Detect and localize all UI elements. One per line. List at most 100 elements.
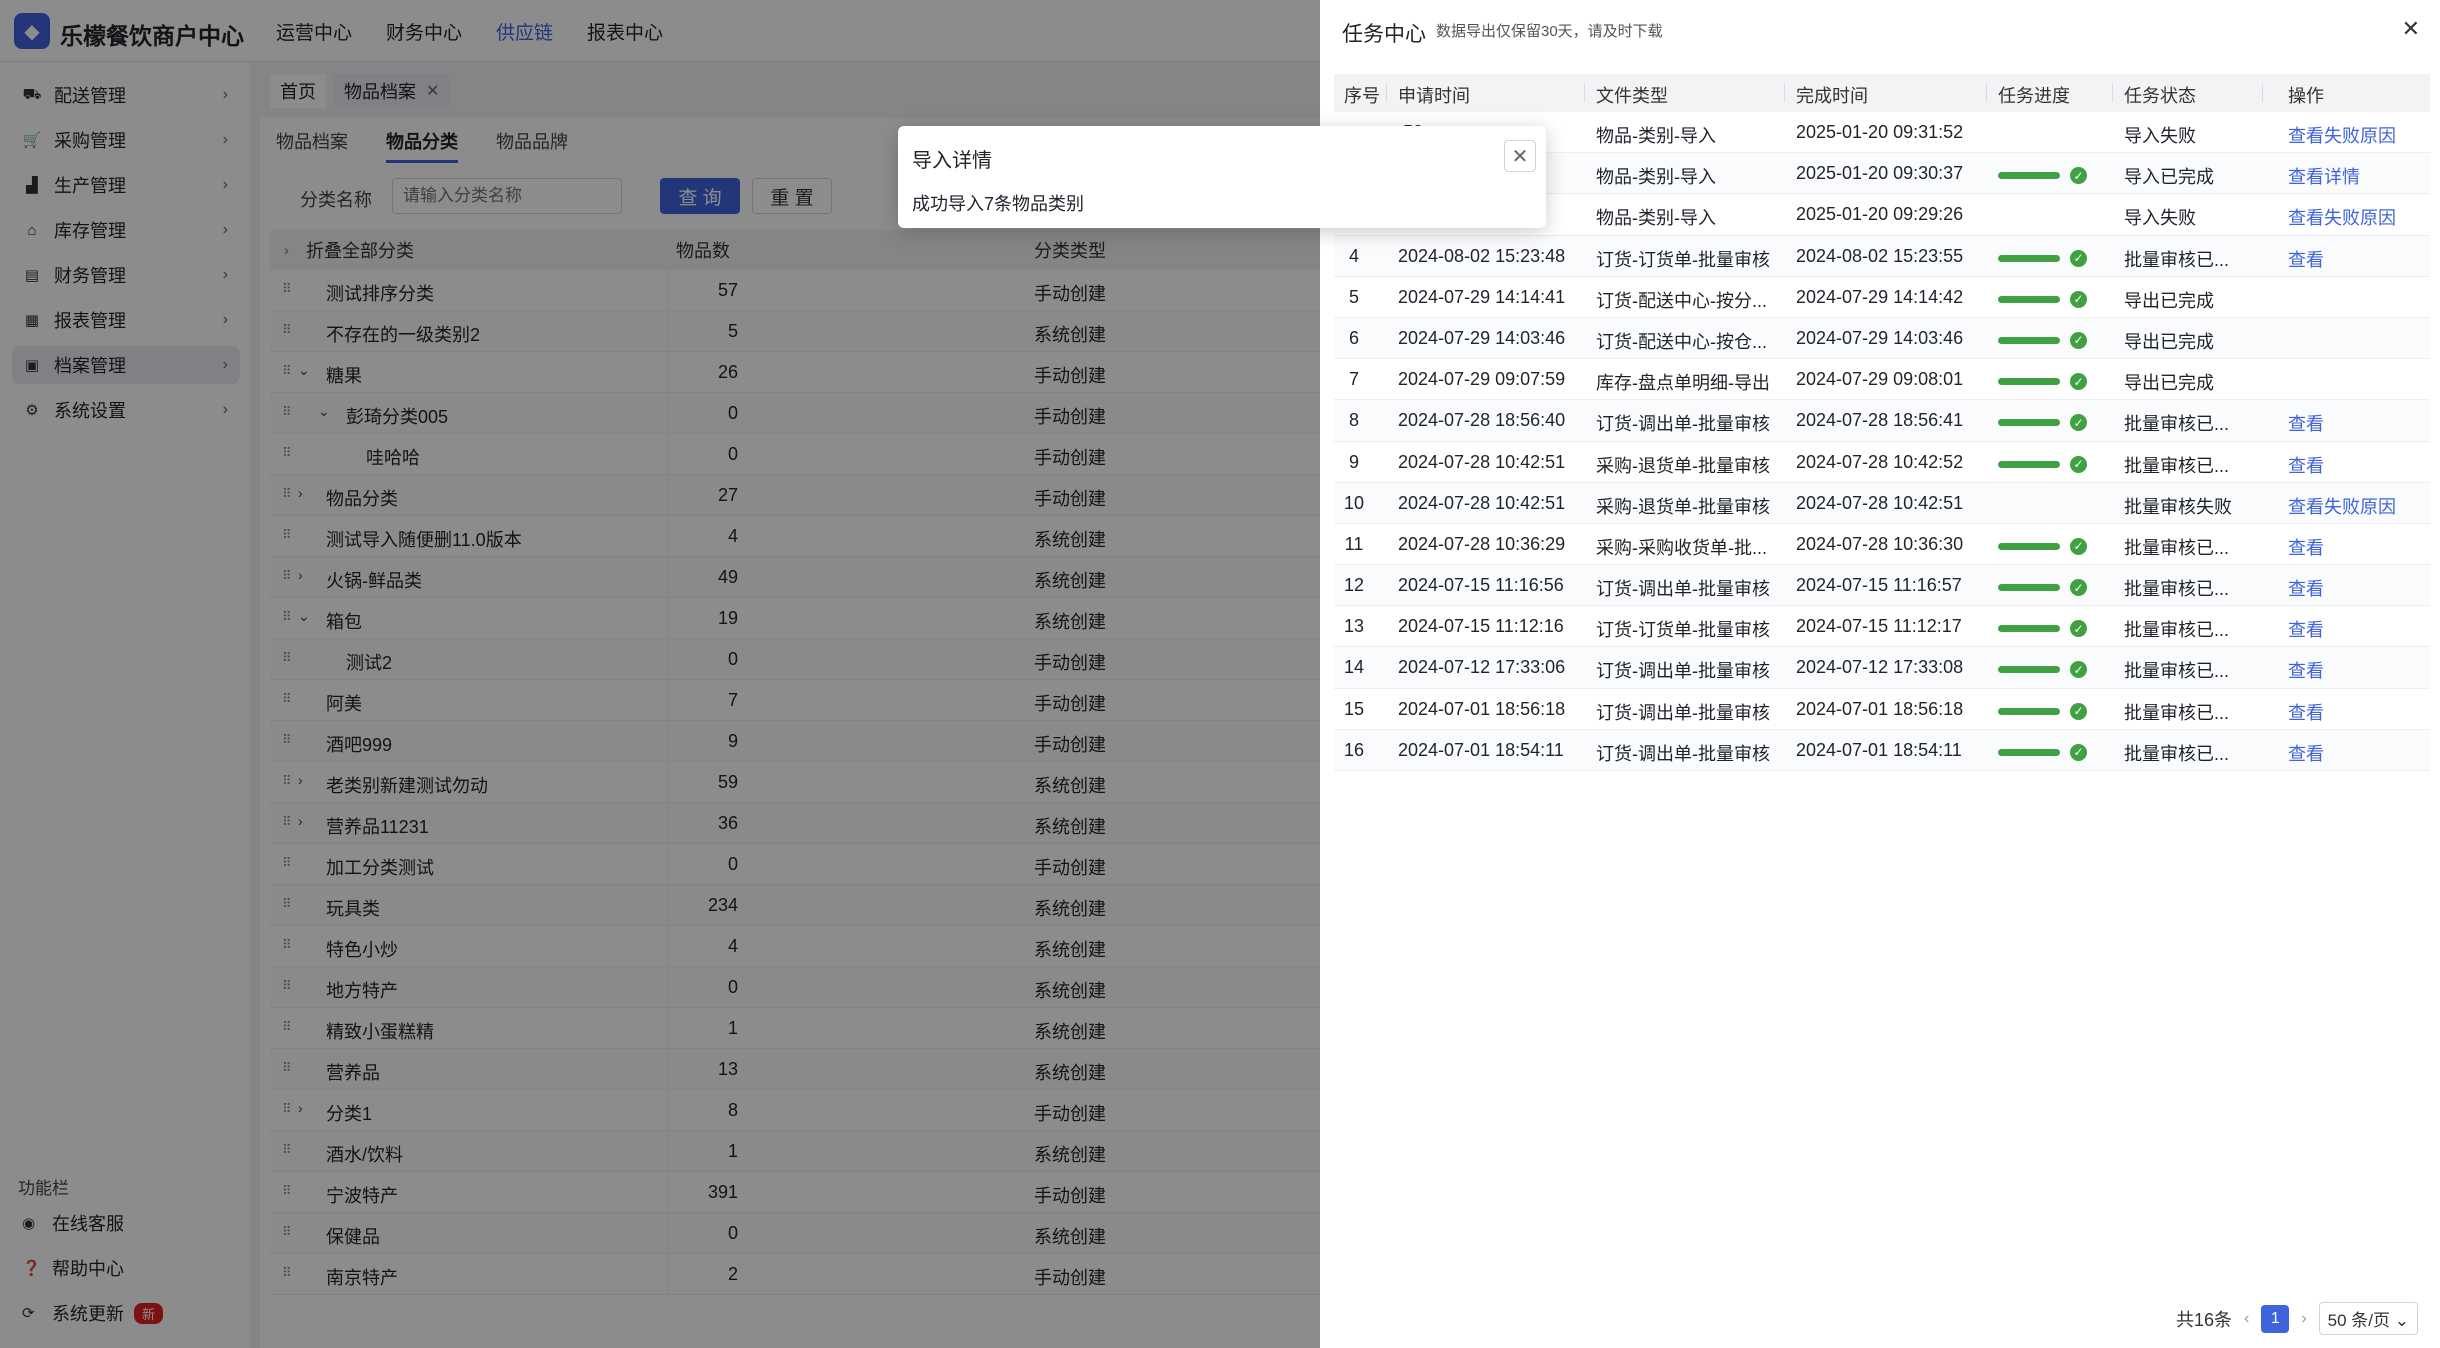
prev-page-icon[interactable]: ‹ xyxy=(2244,1310,2249,1328)
task-row: 10 2024-07-28 10:42:51 采购-退货单-批量审核 2024-07-… xyxy=(1334,482,2430,524)
task-action-link[interactable]: 查看失败原因 xyxy=(2288,122,2396,148)
task-action-link[interactable]: 查看 xyxy=(2288,452,2324,478)
task-action-link[interactable]: 查看失败原因 xyxy=(2288,493,2396,519)
progress-bar xyxy=(1998,254,2060,262)
file-type: 订货-调出单-批量审核 xyxy=(1596,702,1770,723)
task-action-link[interactable]: 查看 xyxy=(2288,740,2324,766)
next-page-icon[interactable]: › xyxy=(2301,1310,2306,1328)
task-status: 批量审核已... xyxy=(2124,702,2230,723)
drawer-title: 任务中心 xyxy=(1342,23,1426,46)
check-circle-icon: ✓ xyxy=(2070,743,2087,761)
complete-time: 2025-01-20 09:30:37 xyxy=(1796,163,1964,184)
task-action-link[interactable]: 查看 xyxy=(2288,699,2324,725)
complete-time: 2024-07-28 10:36:30 xyxy=(1796,533,1964,554)
close-icon[interactable]: ✕ xyxy=(1504,140,1536,172)
task-status: 导出已完成 xyxy=(2124,290,2214,311)
task-status: 批量审核已... xyxy=(2124,455,2230,476)
task-status: 批量审核已... xyxy=(2124,743,2230,764)
task-index: 10 xyxy=(1343,492,1365,513)
check-circle-icon: ✓ xyxy=(2070,414,2087,432)
file-type: 订货-调出单-批量审核 xyxy=(1596,661,1770,682)
complete-time: 2024-08-02 15:23:55 xyxy=(1796,245,1964,266)
file-type: 采购-采购收货单-批... xyxy=(1596,537,1767,558)
file-type: 采购-退货单-批量审核 xyxy=(1596,496,1770,517)
request-time: 2024-07-12 17:33:06 xyxy=(1398,657,1566,678)
task-status: 导入已完成 xyxy=(2124,167,2214,188)
progress-bar xyxy=(1998,707,2060,715)
task-status: 导入失败 xyxy=(2124,126,2196,146)
task-action-link[interactable]: 查看 xyxy=(2288,616,2324,642)
task-status: 批量审核已... xyxy=(2124,620,2230,641)
task-status: 导入失败 xyxy=(2124,208,2196,229)
task-index: 11 xyxy=(1344,533,1364,554)
check-circle-icon: ✓ xyxy=(2070,331,2087,349)
task-progress: ✓ xyxy=(1998,414,2087,432)
drawer-note: 数据导出仅保留30天，请及时下载 xyxy=(1436,23,1663,40)
col-progress: 任务进度 xyxy=(1998,86,2070,106)
complete-time: 2025-01-20 09:31:52 xyxy=(1796,122,1964,142)
file-type: 库存-盘点单明细-导出 xyxy=(1596,373,1770,394)
task-progress: ✓ xyxy=(1998,167,2087,185)
col-index: 序号 xyxy=(1344,86,1380,106)
total-count: 共16条 xyxy=(2175,1309,2233,1330)
request-time: 2024-07-28 10:36:29 xyxy=(1398,533,1566,554)
file-type: 订货-调出单-批量审核 xyxy=(1596,414,1770,435)
col-complete-time: 完成时间 xyxy=(1796,86,1868,106)
check-circle-icon: ✓ xyxy=(2070,579,2087,597)
request-time: 2024-07-29 14:14:41 xyxy=(1398,286,1566,307)
task-row: 16 2024-07-01 18:54:11 订货-调出单-批量审核 2024-07-… xyxy=(1334,729,2430,771)
complete-time: 2024-07-28 18:56:41 xyxy=(1796,410,1964,431)
progress-bar xyxy=(1998,378,2060,386)
request-time: 2024-07-15 11:12:16 xyxy=(1398,616,1564,637)
progress-bar xyxy=(1998,419,2060,427)
progress-bar xyxy=(1998,336,2060,344)
request-time: 2024-07-15 11:16:56 xyxy=(1398,575,1564,596)
task-progress: ✓ xyxy=(1998,661,2087,679)
task-index: 8 xyxy=(1348,410,1359,431)
task-row: 14 2024-07-12 17:33:06 订货-调出单-批量审核 2024-07-… xyxy=(1334,647,2430,689)
task-action-link[interactable]: 查看 xyxy=(2288,657,2324,683)
page-size-select[interactable]: 50 条/页 ⌄ xyxy=(2318,1302,2418,1335)
request-time: 2024-07-28 18:56:40 xyxy=(1398,410,1566,431)
task-row: 7 2024-07-29 09:07:59 库存-盘点单明细-导出 2024-07-2… xyxy=(1334,359,2430,401)
task-action-link[interactable]: 查看 xyxy=(2288,534,2324,560)
col-request-time: 申请时间 xyxy=(1398,86,1470,106)
check-circle-icon: ✓ xyxy=(2070,455,2087,473)
complete-time: 2024-07-29 09:08:01 xyxy=(1796,369,1964,390)
task-status: 导出已完成 xyxy=(2124,373,2214,394)
task-action-link[interactable]: 查看 xyxy=(2288,246,2324,272)
task-status: 批量审核已... xyxy=(2124,249,2230,270)
check-circle-icon: ✓ xyxy=(2070,249,2087,267)
progress-bar xyxy=(1998,295,2060,303)
task-row: 13 2024-07-15 11:12:16 订货-订货单-批量审核 2024-07-… xyxy=(1334,606,2430,648)
task-action-link[interactable]: 查看 xyxy=(2288,410,2324,436)
col-file-type: 文件类型 xyxy=(1596,86,1668,106)
task-progress: ✓ xyxy=(1998,373,2087,391)
pagination: 共16条 ‹ 1 › 50 条/页 ⌄ xyxy=(2176,1302,2418,1335)
task-row: 12 2024-07-15 11:16:56 订货-调出单-批量审核 2024-07-… xyxy=(1334,565,2430,607)
task-action-link[interactable]: 查看 xyxy=(2288,575,2324,601)
progress-bar xyxy=(1998,584,2060,592)
progress-bar xyxy=(1998,542,2060,550)
task-progress: ✓ xyxy=(1998,455,2087,473)
request-time: 2024-07-28 10:42:51 xyxy=(1398,492,1566,513)
close-icon[interactable]: ✕ xyxy=(2402,16,2420,42)
task-progress: ✓ xyxy=(1998,579,2087,597)
page-number[interactable]: 1 xyxy=(2261,1304,2290,1333)
complete-time: 2024-07-29 14:03:46 xyxy=(1796,327,1964,348)
request-time: 2024-08-02 15:23:48 xyxy=(1398,245,1566,266)
task-progress: ✓ xyxy=(1998,290,2087,308)
task-action-link[interactable]: 查看详情 xyxy=(2288,163,2360,189)
task-row: 11 2024-07-28 10:36:29 采购-采购收货单-批... 2024-0… xyxy=(1334,524,2430,566)
request-time: 2024-07-01 18:56:18 xyxy=(1398,698,1566,719)
request-time: 2024-07-29 14:03:46 xyxy=(1398,327,1566,348)
task-status: 批量审核已... xyxy=(2124,414,2230,435)
file-type: 订货-配送中心-按仓... xyxy=(1596,331,1767,352)
task-progress: ✓ xyxy=(1998,743,2087,761)
task-action-link[interactable]: 查看失败原因 xyxy=(2288,204,2396,230)
task-progress: ✓ xyxy=(1998,620,2087,638)
task-row: 6 2024-07-29 14:03:46 订货-配送中心-按仓... 2024-07… xyxy=(1334,317,2430,360)
task-progress: ✓ xyxy=(1998,537,2087,555)
task-index: 6 xyxy=(1348,327,1359,348)
progress-bar xyxy=(1998,625,2060,633)
